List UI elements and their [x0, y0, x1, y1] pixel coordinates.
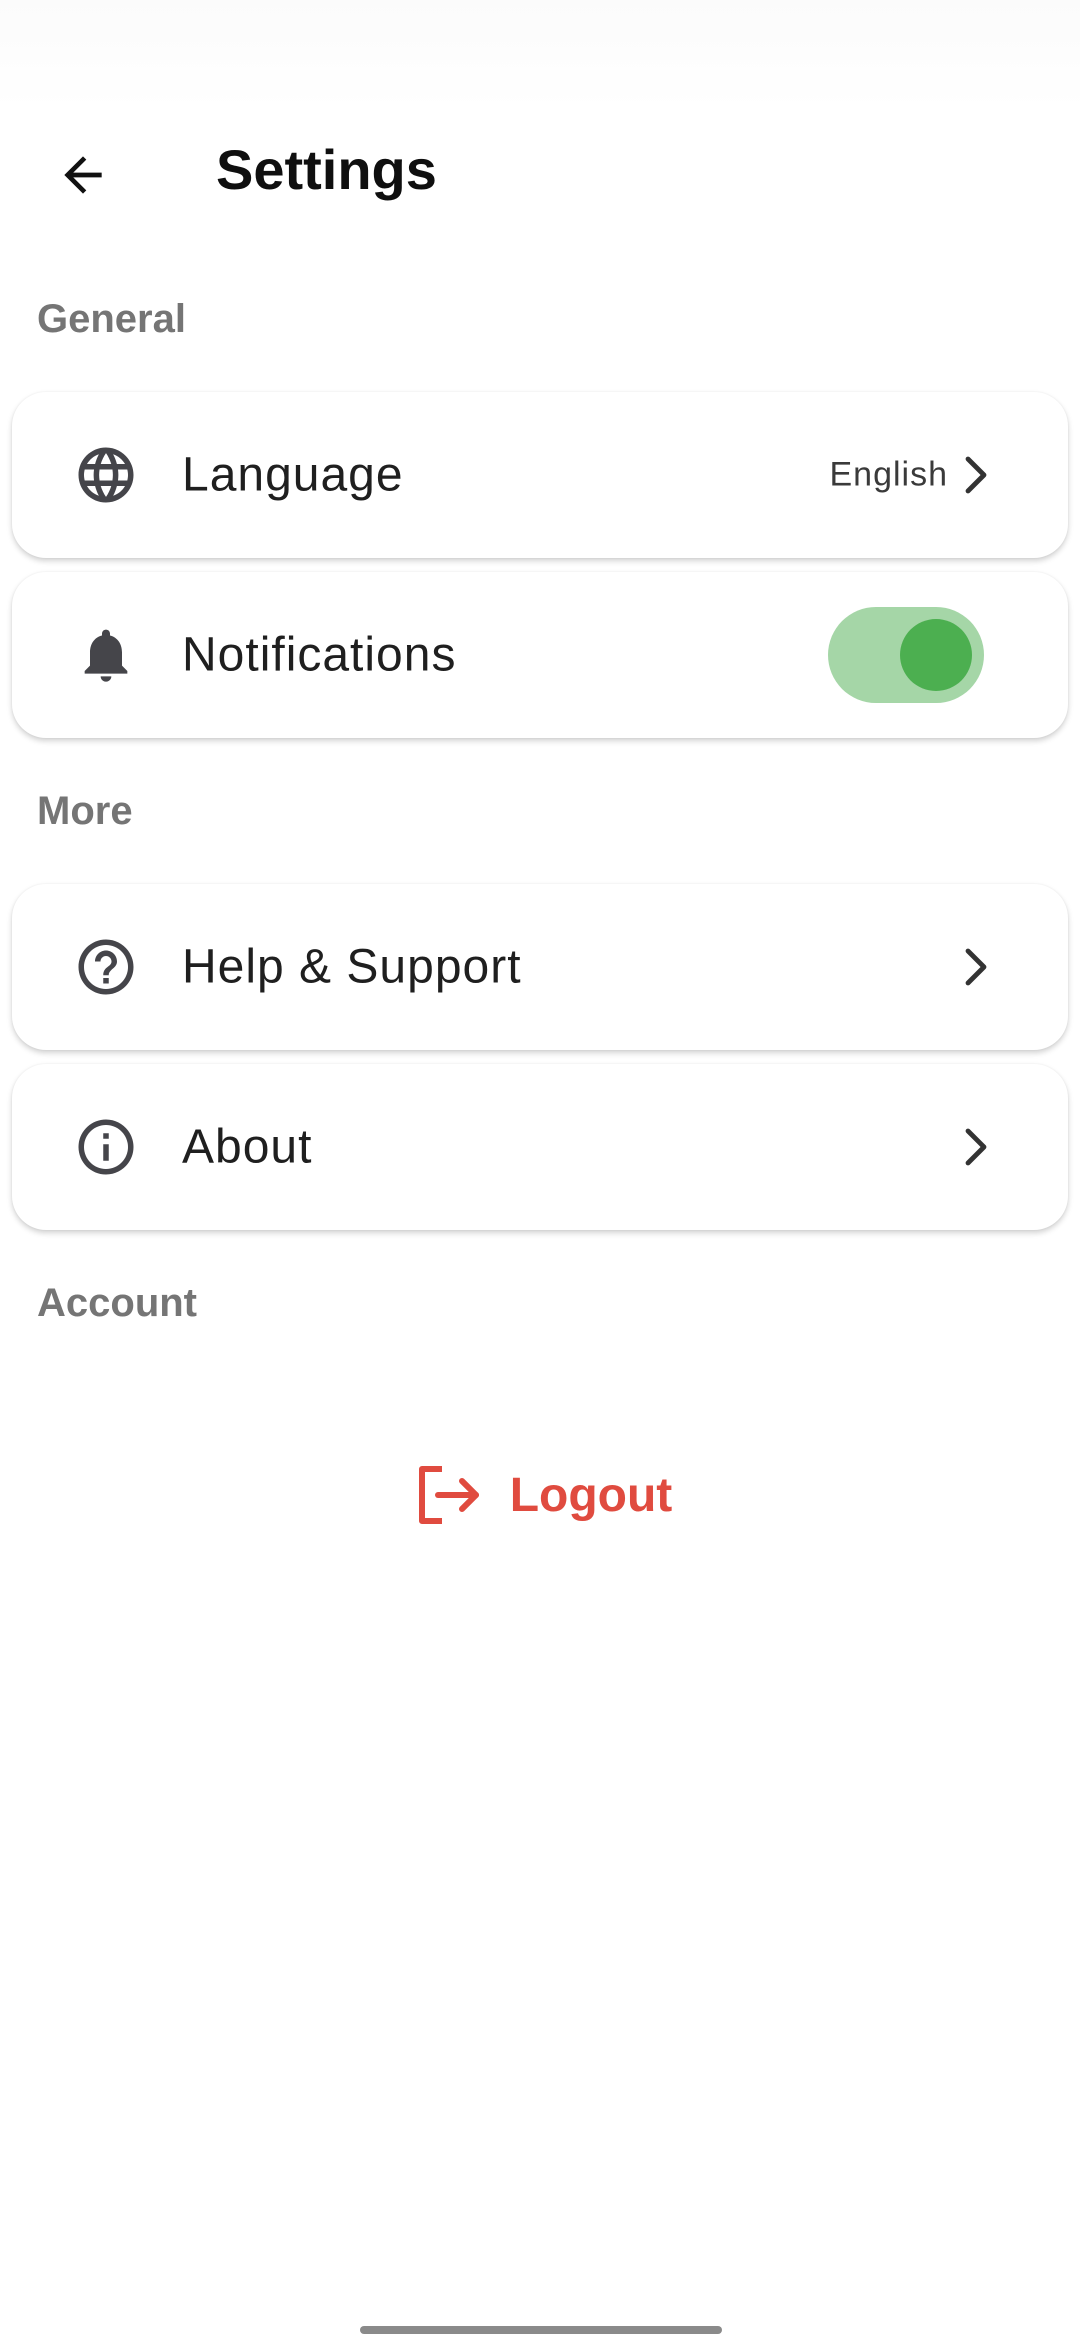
section-label-account: Account [37, 1281, 197, 1325]
logout-button[interactable]: Logout [0, 1450, 1080, 1540]
arrow-left-icon [64, 156, 102, 194]
status-bar-area [0, 0, 1080, 110]
home-indicator[interactable] [360, 2326, 722, 2334]
chevron-right-icon [956, 451, 996, 499]
question-circle-icon [70, 931, 142, 1003]
logout-icon [418, 1466, 479, 1524]
page-title: Settings [216, 138, 437, 201]
globe-icon [70, 439, 142, 511]
chevron-right-icon [956, 1123, 996, 1171]
chevron-right-icon [956, 943, 996, 991]
toggle-knob [900, 619, 972, 691]
language-setting-row[interactable]: Language English [12, 392, 1068, 558]
language-value: English [829, 455, 948, 494]
notifications-toggle[interactable] [828, 607, 984, 703]
notifications-setting-row: Notifications [12, 572, 1068, 738]
section-label-general: General [37, 297, 186, 341]
section-label-more: More [37, 789, 133, 833]
info-circle-icon [70, 1111, 142, 1183]
help-support-row[interactable]: Help & Support [12, 884, 1068, 1050]
about-label: About [182, 1120, 313, 1174]
logout-label: Logout [509, 1468, 673, 1522]
language-label: Language [182, 448, 404, 502]
bell-icon [70, 619, 142, 691]
logout-content: Logout [416, 1465, 673, 1525]
top-app-bar: Settings [0, 110, 1080, 230]
notifications-label: Notifications [182, 628, 457, 682]
about-row[interactable]: About [12, 1064, 1068, 1230]
back-button[interactable] [40, 132, 126, 218]
help-support-label: Help & Support [182, 940, 522, 994]
